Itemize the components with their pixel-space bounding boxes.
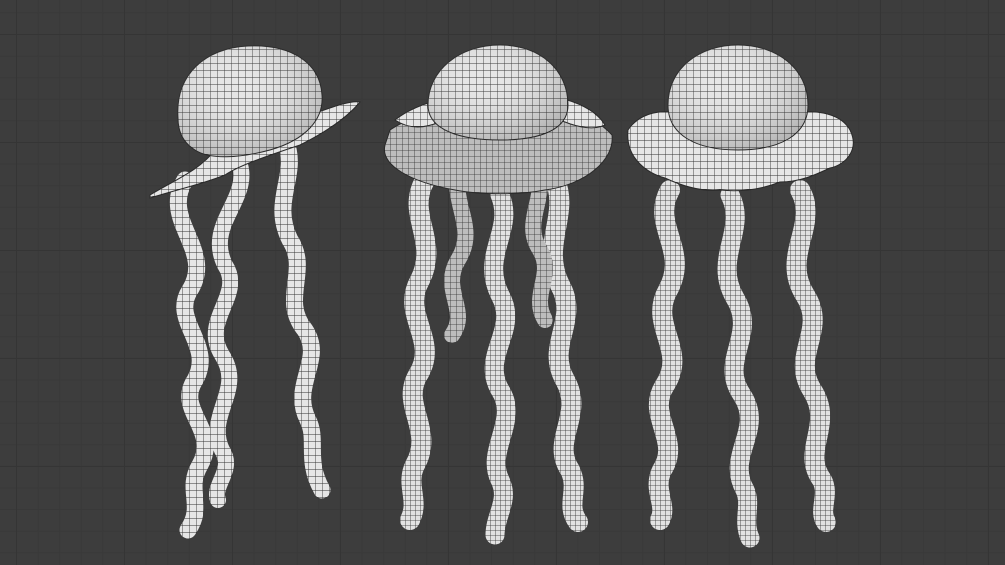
tentacle-2 bbox=[207, 157, 250, 508]
tentacle-3 bbox=[542, 170, 588, 532]
jellyfish-front-view[interactable] bbox=[627, 44, 854, 548]
tentacle-2 bbox=[484, 185, 516, 545]
tentacle-3 bbox=[786, 180, 836, 532]
tentacle-1 bbox=[170, 171, 214, 539]
tentacles-side bbox=[170, 131, 331, 539]
tentacle-1 bbox=[400, 170, 437, 530]
jellyfish-three-quarter-view[interactable] bbox=[383, 44, 613, 545]
tentacle-2 bbox=[717, 185, 760, 548]
tentacle-1 bbox=[648, 180, 685, 530]
3d-viewport[interactable] bbox=[0, 0, 1005, 565]
tentacle-3 bbox=[274, 131, 331, 499]
jellyfish-side-view[interactable] bbox=[149, 45, 361, 539]
tentacles-front bbox=[648, 180, 836, 548]
tentacles-three-quarter bbox=[400, 152, 588, 545]
viewport-scene bbox=[149, 44, 854, 548]
